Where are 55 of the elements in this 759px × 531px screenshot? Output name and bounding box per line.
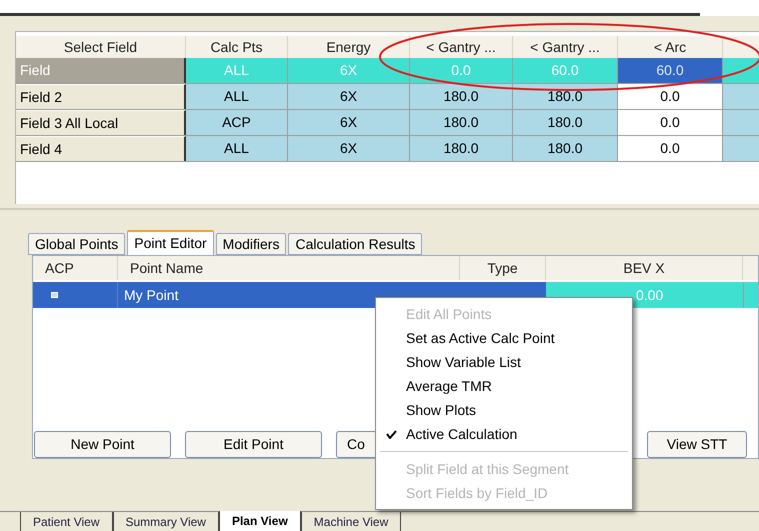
checkbox-icon [51,292,58,298]
table-cell [723,84,759,109]
button[interactable]: Edit Point [185,431,322,458]
column-header[interactable]: Calc Pts [186,36,288,58]
table-cell-text: My Point [123,286,180,305]
table-cell: ALL [186,136,288,161]
view-tab[interactable]: Patient View [20,512,112,531]
view-tab[interactable]: Machine View [300,512,402,531]
menu-item[interactable]: Active Calculation [376,422,632,446]
table-cell: ALL [186,58,288,83]
menu-item[interactable]: Set as Active Calc Point [376,326,632,350]
table-cell: 180.0 [410,110,513,135]
row-header[interactable]: Field 3 All Local [16,110,186,135]
table-cell: 60.0 [618,58,723,83]
column-header[interactable]: ACP [33,256,118,280]
table-cell: 60.0 [513,58,618,83]
table-cell [723,136,759,161]
menu-item[interactable]: Show Variable List [376,350,632,374]
column-header[interactable]: BEV X [546,256,743,280]
table-cell-text: 0.00 [636,286,664,304]
table-cell: 180.0 [513,136,618,161]
column-header[interactable]: Point Name [118,256,460,280]
table-cell: 180.0 [513,84,618,109]
table-cell: 6X [288,136,410,161]
row-header[interactable]: Field 2 [16,84,186,109]
tab[interactable]: Global Points [28,233,126,255]
tab[interactable]: Point Editor [127,230,214,255]
row-header[interactable]: Field 4 [16,136,186,161]
table-cell: 6X [288,84,410,109]
button[interactable]: View STT [647,431,747,458]
table-cell: 180.0 [410,136,513,161]
table-cell: 180.0 [410,84,513,109]
table-cell: ACP [186,110,288,135]
table-cell: 6X [288,110,410,135]
table-cell [723,58,759,83]
table-cell: 6X [288,58,410,83]
column-header[interactable]: < Gantry ... [410,36,513,58]
column-header[interactable] [723,36,759,58]
column-header[interactable]: Energy [288,36,410,58]
table-cell: 0.0 [410,58,513,83]
menu-item[interactable]: Show Plots [376,398,632,422]
table-cell [723,110,759,135]
menu-item[interactable]: Average TMR [376,374,632,398]
column-header[interactable]: < Arc [618,36,723,58]
column-header[interactable]: < Gantry ... [513,36,618,58]
column-header[interactable]: Select Field [16,36,186,58]
table-cell: ALL [186,84,288,109]
tab[interactable]: Modifiers [216,233,286,255]
column-header[interactable]: Type [460,256,546,280]
button[interactable]: New Point [34,431,171,458]
checkmark-icon [386,430,397,439]
view-tab[interactable]: Plan View [218,511,301,531]
tab[interactable]: Calculation Results [288,233,422,255]
view-tab[interactable]: Summary View [112,512,219,531]
table-cell: 180.0 [513,110,618,135]
